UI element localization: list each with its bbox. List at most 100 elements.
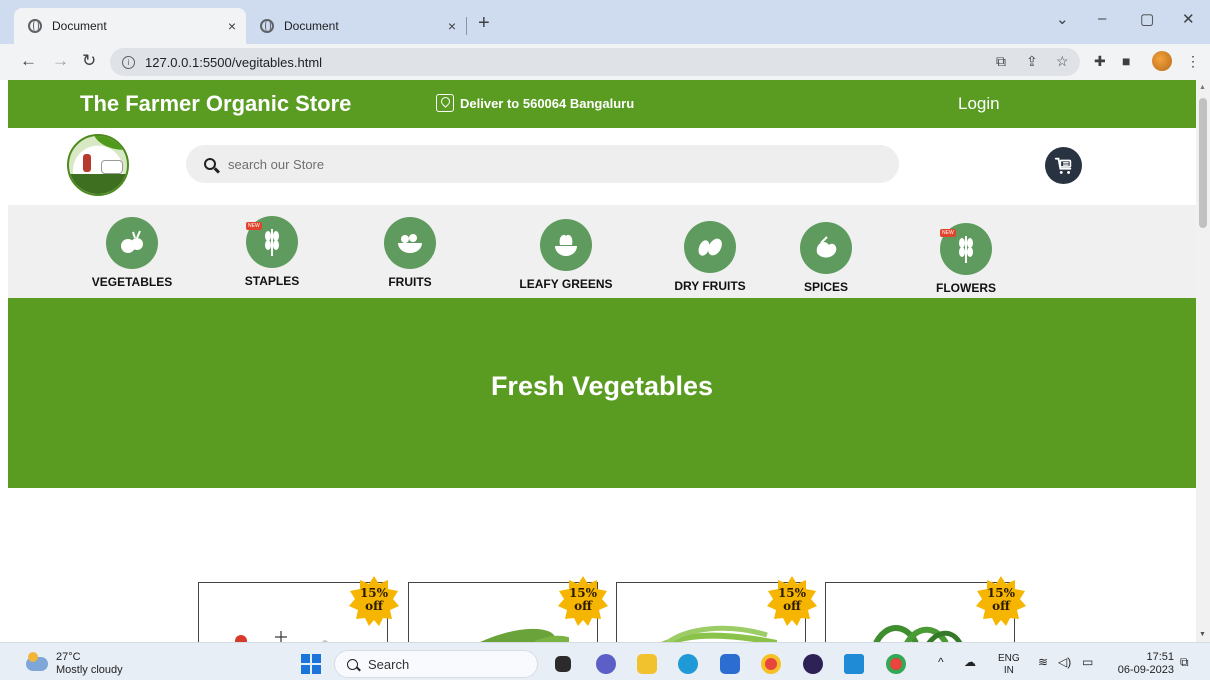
green-chili-image bbox=[873, 625, 963, 642]
search-input[interactable]: search our Store bbox=[228, 157, 324, 172]
address-bar[interactable]: i 127.0.0.1:5500/vegitables.html bbox=[110, 48, 1080, 76]
store-logo[interactable] bbox=[67, 134, 129, 196]
deliver-location[interactable]: Deliver to 560064 Bangaluru bbox=[436, 94, 634, 112]
site-info-icon[interactable]: i bbox=[122, 55, 135, 69]
minimize-button[interactable]: – bbox=[1098, 10, 1106, 27]
close-tab-icon[interactable]: × bbox=[228, 18, 236, 34]
wifi-icon[interactable]: ≋ bbox=[1038, 655, 1048, 669]
forward-icon[interactable]: → bbox=[52, 51, 69, 71]
store-name[interactable]: The Farmer Organic Store bbox=[80, 91, 351, 117]
close-tab-icon[interactable]: × bbox=[448, 18, 456, 34]
spices-icon bbox=[800, 222, 852, 274]
restore-button[interactable]: ▢ bbox=[1140, 10, 1154, 28]
category-label: VEGETABLES bbox=[91, 275, 173, 289]
browser-toolbar: ← → ↻ i 127.0.0.1:5500/vegitables.html ⧉… bbox=[0, 44, 1210, 80]
browser-tab-active[interactable]: Document × bbox=[14, 8, 246, 44]
scrollbar-thumb[interactable] bbox=[1199, 98, 1207, 228]
chrome-icon[interactable] bbox=[761, 654, 781, 674]
teams-chat-icon[interactable] bbox=[596, 654, 616, 674]
category-label: DRY FRUITS bbox=[674, 279, 746, 293]
category-label: LEAFY GREENS bbox=[519, 277, 613, 291]
fruit-bowl-icon bbox=[384, 217, 436, 269]
leafy-greens-icon bbox=[540, 219, 592, 271]
category-spices[interactable]: SPICES bbox=[766, 222, 886, 294]
logo-farmer bbox=[83, 154, 91, 172]
chrome-profile-icon[interactable] bbox=[886, 654, 906, 674]
temperature: 27°C bbox=[56, 651, 81, 663]
tab-separator bbox=[466, 17, 467, 35]
profile-avatar[interactable] bbox=[1152, 51, 1172, 71]
page-scrollbar[interactable]: ▲ ▼ bbox=[1196, 80, 1210, 642]
store-icon[interactable] bbox=[720, 654, 740, 674]
weather-widget[interactable]: 27°C Mostly cloudy bbox=[26, 651, 123, 677]
category-vegetables[interactable]: VEGETABLES bbox=[72, 217, 192, 289]
vegetables-icon bbox=[106, 217, 158, 269]
show-hidden-icons[interactable]: ^ bbox=[938, 655, 944, 669]
logo-leaf bbox=[93, 136, 125, 150]
category-label: FLOWERS bbox=[936, 281, 996, 295]
discount-text: 15% off bbox=[777, 586, 807, 613]
category-label: STAPLES bbox=[244, 274, 300, 288]
battery-icon[interactable]: ▭ bbox=[1082, 655, 1093, 669]
share-icon[interactable]: ⇪ bbox=[1026, 53, 1038, 70]
url-text: 127.0.0.1:5500/vegitables.html bbox=[145, 54, 323, 70]
clock[interactable]: 17:51 06-09-2023 bbox=[1110, 651, 1174, 677]
onedrive-icon[interactable]: ☁ bbox=[964, 655, 976, 669]
vscode-icon[interactable] bbox=[844, 654, 864, 674]
side-panel-icon[interactable]: ■ bbox=[1122, 53, 1130, 69]
close-window-button[interactable]: ✕ bbox=[1182, 10, 1195, 28]
edge-icon[interactable] bbox=[678, 654, 698, 674]
globe-icon bbox=[260, 19, 274, 33]
tab-search-icon[interactable]: ⌄ bbox=[1056, 10, 1069, 28]
discount-badge: 15% off bbox=[348, 575, 400, 627]
task-view-icon[interactable] bbox=[555, 656, 571, 672]
windows-start-icon[interactable] bbox=[301, 654, 321, 674]
scroll-up-icon[interactable]: ▲ bbox=[1199, 84, 1206, 91]
taskbar-search[interactable]: Search bbox=[334, 650, 538, 678]
web-page: The Farmer Organic Store Deliver to 5600… bbox=[8, 80, 1196, 642]
taskbar-search-label: Search bbox=[368, 656, 410, 672]
category-staples[interactable]: NEW STAPLES bbox=[212, 216, 332, 288]
cart-icon bbox=[1054, 157, 1071, 174]
cart-button[interactable] bbox=[1045, 147, 1082, 184]
category-dry-fruits[interactable]: DRY FRUITS bbox=[650, 221, 770, 293]
category-label: FRUITS bbox=[388, 275, 432, 289]
wheat-icon: NEW bbox=[246, 216, 298, 268]
eclipse-icon[interactable] bbox=[803, 654, 823, 674]
discount-badge: 15% off bbox=[766, 575, 818, 627]
cucumber-image bbox=[442, 628, 569, 642]
discount-text: 15% off bbox=[359, 586, 389, 613]
category-flowers[interactable]: NEW FLOWERS bbox=[906, 223, 1026, 295]
weather-condition: Mostly cloudy bbox=[56, 664, 123, 676]
bookmark-star-icon[interactable]: ☆ bbox=[1056, 53, 1069, 70]
new-badge: NEW bbox=[246, 222, 262, 230]
extensions-icon[interactable]: ✚ bbox=[1094, 53, 1106, 70]
hero-title: Fresh Vegetables bbox=[490, 371, 714, 401]
menu-icon[interactable]: ⋮ bbox=[1186, 53, 1200, 70]
almonds-icon bbox=[684, 221, 736, 273]
wheat-icon: NEW bbox=[940, 223, 992, 275]
search-bar[interactable]: search our Store bbox=[186, 145, 899, 183]
login-link[interactable]: Login bbox=[958, 94, 1000, 114]
globe-icon bbox=[28, 19, 42, 33]
logo-field bbox=[69, 174, 127, 194]
deliver-text: Deliver to 560064 Bangaluru bbox=[460, 95, 635, 111]
category-leafy-greens[interactable]: LEAFY GREENS bbox=[506, 219, 626, 291]
file-explorer-icon[interactable] bbox=[637, 654, 657, 674]
browser-tab-strip: Document × Document × + ⌄ – ▢ ✕ bbox=[0, 0, 1210, 44]
notification-icon[interactable]: ⧉ bbox=[1180, 655, 1189, 670]
volume-icon[interactable]: ◁) bbox=[1058, 655, 1071, 669]
screen: Document × Document × + ⌄ – ▢ ✕ ← → ↻ i … bbox=[0, 0, 1210, 680]
translate-icon[interactable]: ⧉ bbox=[996, 53, 1006, 70]
location-pin-icon bbox=[436, 94, 454, 112]
browser-tab[interactable]: Document × bbox=[246, 8, 466, 44]
new-tab-button[interactable]: + bbox=[478, 12, 490, 35]
taskbar: 27°C Mostly cloudy Search ^ ☁ ENG IN ≋ ◁… bbox=[0, 642, 1210, 680]
scroll-down-icon[interactable]: ▼ bbox=[1199, 631, 1206, 638]
category-label: SPICES bbox=[803, 280, 848, 294]
back-icon[interactable]: ← bbox=[20, 51, 37, 71]
discount-text: 15% off bbox=[568, 586, 598, 613]
language-indicator[interactable]: ENG IN bbox=[998, 653, 1020, 677]
category-fruits[interactable]: FRUITS bbox=[350, 217, 470, 289]
reload-icon[interactable]: ↻ bbox=[82, 51, 96, 71]
